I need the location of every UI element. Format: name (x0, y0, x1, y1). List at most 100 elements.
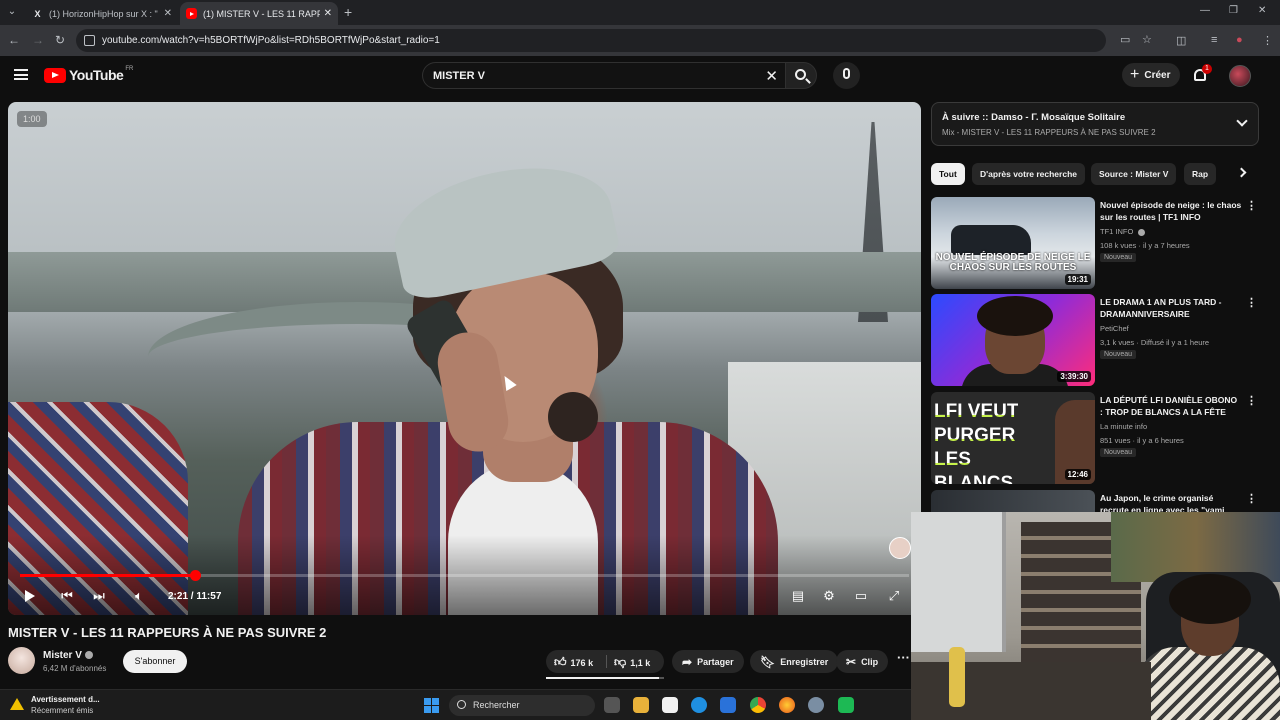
create-button[interactable]: + Créer (1122, 63, 1181, 87)
recommendation-item[interactable]: Au Japon, le crime organisé recrute en l… (931, 490, 1259, 512)
notepad-icon[interactable] (662, 697, 678, 713)
save-button[interactable]: 🔖︎ Enregistrer (750, 650, 839, 673)
playlist-queue-panel[interactable]: À suivre :: Damso - Γ. Mosaïque Solitair… (931, 102, 1259, 146)
chip-search-based[interactable]: D'après votre recherche (972, 163, 1085, 185)
forward-icon[interactable]: → (32, 33, 44, 47)
subscribe-button[interactable]: S'abonner (123, 650, 187, 673)
volume-button[interactable]: 🔈︎ (130, 587, 148, 605)
like-button[interactable]: 👍︎ 176 k (554, 655, 593, 670)
chip-rap[interactable]: Rap (1184, 163, 1217, 185)
firefox-icon[interactable] (779, 697, 795, 713)
recommendation-channel[interactable]: PetiChef (1100, 324, 1129, 333)
duration-badge: 12:46 (1064, 469, 1091, 480)
youtube-logo[interactable]: YouTube FR (44, 66, 133, 83)
video-thumbnail[interactable] (931, 490, 1095, 512)
theater-icon: ▭ (854, 588, 868, 603)
video-thumbnail[interactable]: NOUVEL ÉPISODE DE NEIGE LE CHAOS SUR LES… (931, 197, 1095, 289)
file-explorer-icon[interactable] (633, 697, 649, 713)
site-info-icon[interactable] (84, 35, 95, 46)
new-tab-button[interactable]: + (344, 4, 352, 20)
recommendation-item[interactable]: 3:39:30 LE DRAMA 1 AN PLUS TARD - DRAMAN… (931, 294, 1259, 386)
restore-icon[interactable]: ❐ (1229, 5, 1238, 16)
more-vert-icon[interactable]: ⋮ (1246, 199, 1257, 212)
video-thumbnail[interactable]: 3:39:30 (931, 294, 1095, 386)
subtitles-button[interactable]: ▤ (789, 587, 807, 605)
next-button[interactable]: ⏭ (90, 587, 108, 605)
theater-mode-button[interactable]: ▭ (852, 587, 870, 605)
video-title: MISTER V - LES 11 RAPPEURS À NE PAS SUIV… (8, 625, 327, 640)
share-button[interactable]: ➦ Partager (672, 650, 744, 673)
clear-search-icon[interactable]: ✕ (765, 67, 778, 85)
settings-button[interactable]: ⚙ (820, 587, 838, 605)
chip-tout[interactable]: Tout (931, 163, 965, 185)
microphone-icon (843, 68, 850, 79)
cast-icon[interactable]: ▭ (1120, 33, 1130, 46)
recommendation-title[interactable]: Nouvel épisode de neige : le chaos sur l… (1100, 199, 1242, 223)
store-icon[interactable] (720, 697, 736, 713)
like-dislike-group: 👍︎ 176 k 👎︎ 1,1 k (546, 650, 664, 673)
search-input[interactable] (433, 68, 753, 84)
recommendation-title[interactable]: Au Japon, le crime organisé recrute en l… (1100, 492, 1242, 512)
menu-icon[interactable] (14, 69, 28, 80)
more-vert-icon[interactable]: ⋮ (1246, 394, 1257, 407)
mix-title: Mix - MISTER V - LES 11 RAPPEURS À NE PA… (942, 128, 1156, 137)
play-button[interactable] (22, 587, 38, 605)
clip-label: Clip (861, 656, 879, 667)
chrome-icon[interactable] (750, 697, 766, 713)
settings-app-icon[interactable] (808, 697, 824, 713)
edge-icon[interactable] (691, 697, 707, 713)
play-icon (25, 590, 35, 602)
back-icon[interactable]: ← (8, 33, 20, 47)
browser-tab-strip: ⌄ X (1) HorizonHipHop sur X : " ✕ (1) MI… (0, 0, 1280, 25)
chevron-right-icon[interactable] (1236, 167, 1247, 178)
recommendation-title[interactable]: LE DRAMA 1 AN PLUS TARD - DRAMANNIVERSAI… (1100, 296, 1242, 320)
recommendation-channel[interactable]: TF1 INFO (1100, 227, 1146, 236)
dislike-button[interactable]: 👎︎ 1,1 k (614, 655, 650, 670)
notification-title[interactable]: Avertissement d... (31, 695, 100, 704)
windows-start-icon[interactable] (424, 698, 439, 713)
media-icon[interactable]: ≡ (1211, 34, 1217, 46)
notifications-button[interactable]: 1 (1192, 64, 1212, 83)
channel-avatar[interactable] (8, 647, 35, 674)
chevron-down-icon[interactable] (1236, 115, 1248, 127)
chrome-menu-icon[interactable]: ⋮ (1262, 34, 1273, 47)
progress-bar[interactable] (20, 570, 909, 581)
minimize-icon[interactable]: — (1200, 5, 1210, 16)
profile-icon[interactable]: ● (1236, 34, 1243, 46)
close-window-icon[interactable]: ✕ (1258, 5, 1266, 16)
tab-close-icon[interactable]: ✕ (324, 8, 332, 19)
recommendation-title[interactable]: LA DÉPUTÉ LFI DANIÈLE OBONO : TROP DE BL… (1100, 394, 1242, 418)
address-bar-row: ← → ↻ youtube.com/watch?v=h5BORTfWjPo&li… (0, 25, 1280, 56)
voice-search-button[interactable] (833, 62, 860, 89)
more-vert-icon[interactable]: ⋮ (1246, 492, 1257, 505)
video-thumbnail[interactable]: LFI VEUT PURGER LES BLANCS 12:46 (931, 392, 1095, 484)
channel-name[interactable]: Mister V (43, 650, 93, 661)
tab-close-icon[interactable]: ✕ (164, 8, 172, 19)
reload-icon[interactable]: ↻ (55, 33, 65, 47)
recommendation-channel[interactable]: La minute info (1100, 422, 1147, 431)
account-avatar[interactable] (1229, 65, 1251, 87)
browser-tab-youtube[interactable]: (1) MISTER V - LES 11 RAPPEUR ✕ (180, 2, 338, 25)
channel-watermark[interactable] (889, 537, 911, 559)
recommendation-meta: 3,1 k vues · Diffusé il y a 1 heure (1100, 338, 1210, 347)
fullscreen-button[interactable]: ⤢ (885, 587, 903, 605)
chapter-duration-badge: 1:00 (17, 111, 47, 127)
taskbar-search[interactable]: Rechercher (449, 695, 595, 716)
more-actions-button[interactable]: ··· (897, 650, 910, 665)
omnibox[interactable]: youtube.com/watch?v=h5BORTfWjPo&list=RDh… (76, 29, 1152, 52)
search-button[interactable] (785, 62, 817, 89)
tab-search-chevron-icon[interactable]: ⌄ (4, 4, 20, 20)
extensions-icon[interactable]: ◫ (1176, 34, 1186, 47)
recommendation-item[interactable]: NOUVEL ÉPISODE DE NEIGE LE CHAOS SUR LES… (931, 197, 1259, 289)
clip-button[interactable]: ✂ Clip (836, 650, 889, 673)
chip-source-mister-v[interactable]: Source : Mister V (1091, 163, 1177, 185)
recommendation-item[interactable]: LFI VEUT PURGER LES BLANCS 12:46 LA DÉPU… (931, 392, 1259, 484)
browser-tab-x[interactable]: X (1) HorizonHipHop sur X : " ✕ (26, 2, 178, 25)
previous-button[interactable]: ⏮ (58, 587, 76, 605)
create-label: Créer (1144, 69, 1171, 81)
app-icon[interactable] (838, 697, 854, 713)
video-player[interactable]: 1:00 ⏮ ⏭ 🔈︎ 2:21 / 11:57 ▤ ⚙ ▭ ⤢ (8, 102, 921, 615)
more-vert-icon[interactable]: ⋮ (1246, 296, 1257, 309)
bookmark-star-icon[interactable]: ☆ (1142, 33, 1152, 46)
task-view-icon[interactable] (604, 697, 620, 713)
